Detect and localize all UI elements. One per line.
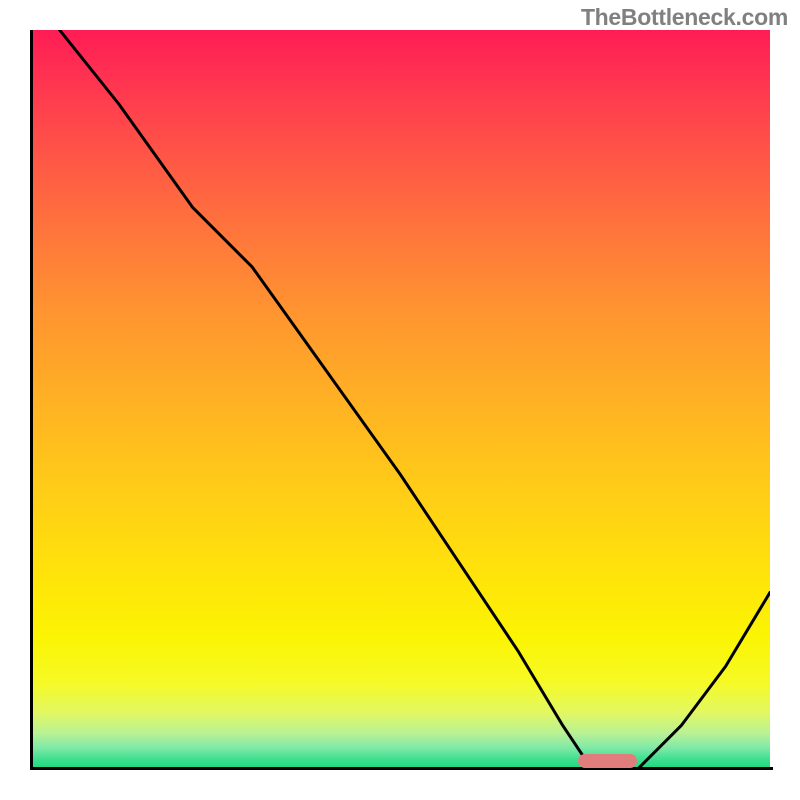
bottleneck-curve [30, 30, 770, 770]
chart-container: TheBottleneck.com [0, 0, 800, 800]
optimal-marker [578, 754, 637, 768]
watermark-text: TheBottleneck.com [581, 4, 788, 31]
